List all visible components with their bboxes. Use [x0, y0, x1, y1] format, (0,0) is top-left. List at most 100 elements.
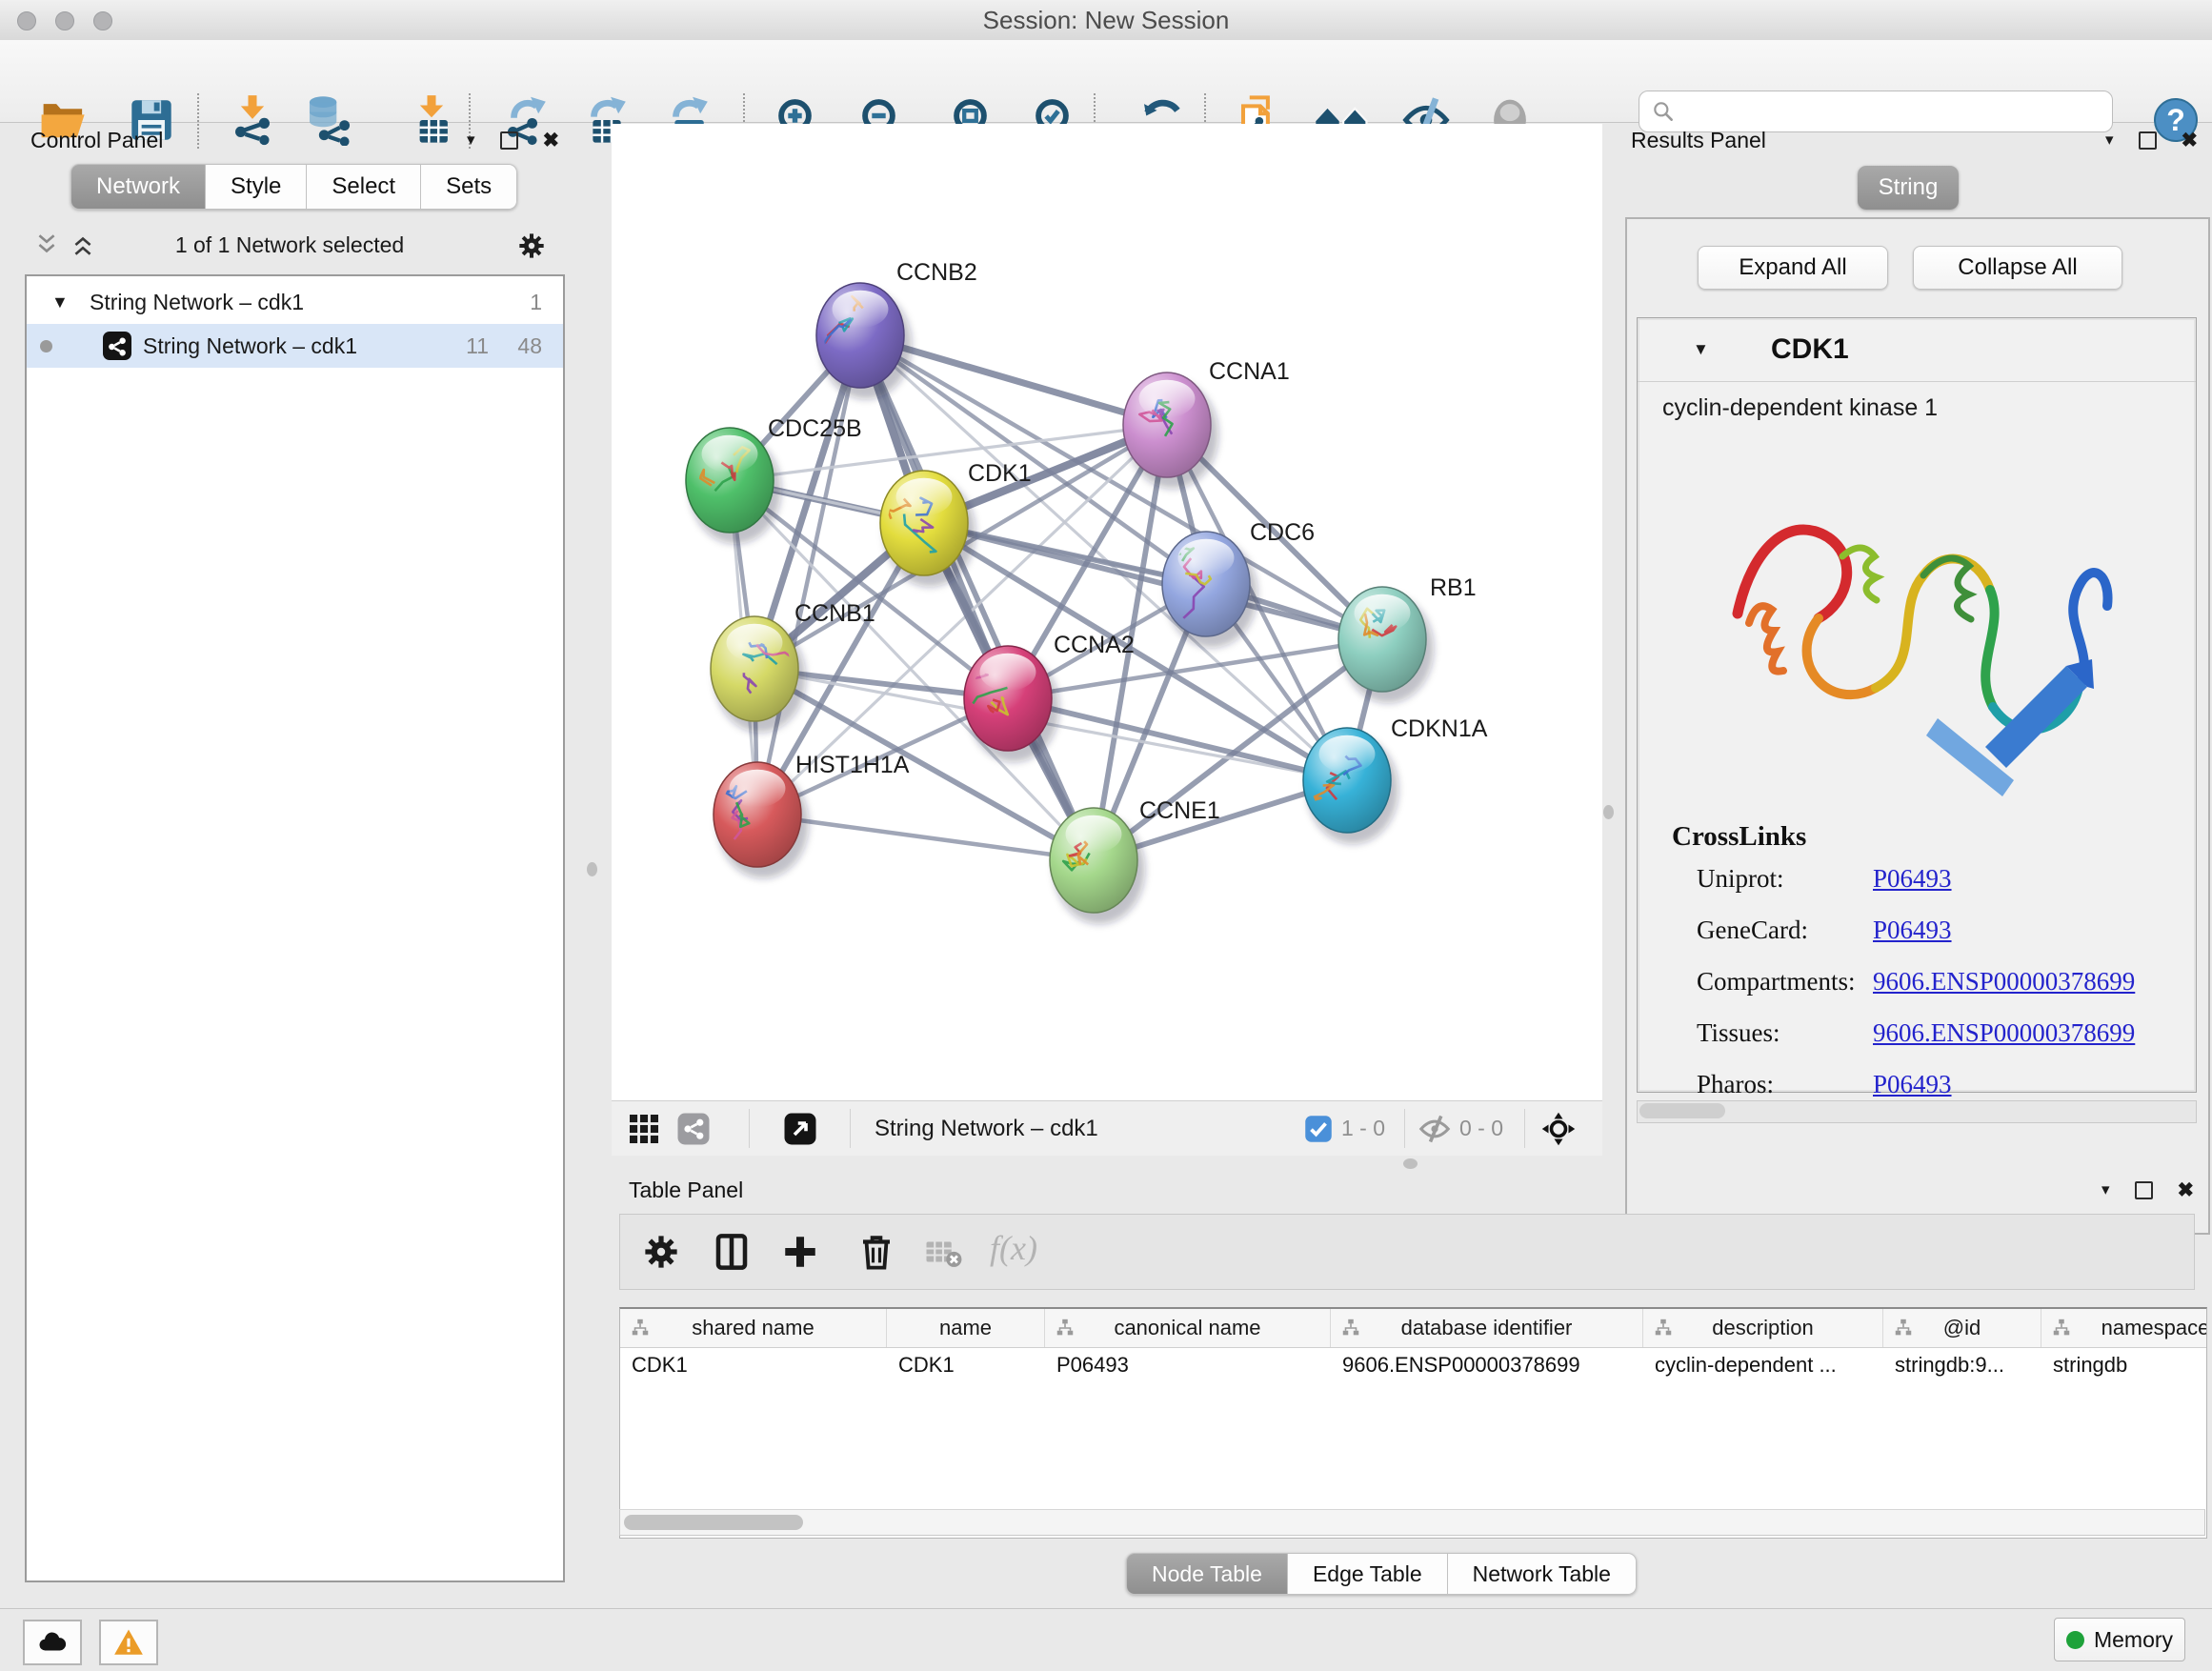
collection-expand-icon[interactable]: ▼ [51, 280, 69, 324]
toolbar-separator [1524, 1109, 1525, 1148]
crosslink-genecard-link[interactable]: P06493 [1873, 916, 1952, 944]
table-panel-title: Table Panel [629, 1178, 743, 1203]
open-in-new-window-icon[interactable] [783, 1112, 817, 1146]
column-type-icon [1055, 1318, 1076, 1339]
svg-text:CCNE1: CCNE1 [1139, 797, 1220, 824]
network-view-toolbar: String Network – cdk1 1 - 0 0 - 0 [612, 1100, 1602, 1156]
network-node-CCNA1: CCNA1 [1123, 358, 1290, 489]
column-type-icon [1340, 1318, 1361, 1339]
function-builder-icon: f(x) [990, 1228, 1037, 1268]
crosslink-row: Compartments: 9606.ENSP00000378699 [1638, 956, 2196, 1007]
column-header-namespace[interactable]: namespace [2041, 1309, 2207, 1347]
network-canvas[interactable]: CCNB2CCNA1CDC25BCDK1CDC6RB1CCNB1CCNA2CDK… [612, 124, 1602, 1100]
collapse-node-card-icon[interactable]: ▼ [1693, 318, 1709, 381]
table-mode-gear-icon[interactable] [641, 1232, 681, 1272]
string-panel-toggle-icon[interactable] [676, 1112, 711, 1146]
svg-text:CCNA2: CCNA2 [1054, 632, 1135, 658]
close-panel-icon[interactable]: ✖ [2182, 129, 2199, 152]
table-row[interactable]: CDK1 CDK1 P06493 9606.ENSP00000378699 cy… [620, 1348, 2206, 1382]
show-columns-icon[interactable] [712, 1232, 752, 1272]
node-card-header[interactable]: ▼ CDK1 [1638, 318, 2196, 382]
crosslink-row: GeneCard: P06493 [1638, 904, 2196, 956]
column-header-id[interactable]: @id [1883, 1309, 2041, 1347]
selected-nodes-edges-count: 1 - 0 [1341, 1101, 1385, 1156]
close-panel-icon[interactable]: ✖ [2178, 1178, 2195, 1202]
tab-edge-table[interactable]: Edge Table [1288, 1553, 1448, 1595]
network-collection-row[interactable]: ▼ String Network – cdk1 1 [27, 280, 563, 324]
selected-indicator-checkbox[interactable] [1304, 1115, 1333, 1143]
toolbar-separator [1404, 1109, 1405, 1148]
expand-all-button[interactable]: Expand All [1698, 246, 1888, 290]
float-panel-icon[interactable] [500, 131, 518, 150]
scrollbar-thumb[interactable] [624, 1515, 803, 1530]
results-panel-title: Results Panel [1631, 128, 1766, 153]
crosslink-pharos-link[interactable]: P06493 [1873, 1070, 1952, 1098]
protein-structure-image [1690, 433, 2147, 814]
tab-node-table[interactable]: Node Table [1126, 1553, 1288, 1595]
network-node-CDKN1A: CDKN1A [1303, 715, 1488, 844]
crosslink-uniprot-link[interactable]: P06493 [1873, 864, 1952, 893]
column-type-icon [1653, 1318, 1674, 1339]
svg-text:RB1: RB1 [1430, 574, 1477, 601]
cloud-icon [36, 1626, 69, 1659]
current-network-dot [40, 340, 52, 352]
column-type-icon [1893, 1318, 1914, 1339]
create-column-icon[interactable] [780, 1232, 820, 1272]
network-node-CCNB1: CCNB1 [711, 600, 875, 733]
memory-button[interactable]: Memory [2054, 1618, 2185, 1661]
float-panel-icon[interactable] [2139, 131, 2157, 150]
tab-string[interactable]: String [1858, 166, 1959, 210]
tab-sets[interactable]: Sets [421, 164, 517, 210]
tab-network-table[interactable]: Network Table [1448, 1553, 1637, 1595]
collection-count: 1 [530, 280, 542, 324]
results-panel: Results Panel ▾ ✖ String Expand All Coll… [1610, 124, 2212, 1172]
column-header-database-identifier[interactable]: database identifier [1331, 1309, 1643, 1347]
crosslink-label: GeneCard: [1697, 904, 1808, 956]
collapse-panel-icon[interactable]: ▾ [2101, 1180, 2110, 1199]
network-node-count: 11 [466, 324, 489, 368]
network-row-selected[interactable]: String Network – cdk1 11 48 [27, 324, 563, 368]
column-header-shared-name[interactable]: shared name [620, 1309, 887, 1347]
search-input[interactable] [1683, 98, 2112, 125]
hidden-nodes-edges-count: 0 - 0 [1459, 1101, 1503, 1156]
string-network-icon [103, 332, 131, 360]
svg-text:CCNA1: CCNA1 [1209, 358, 1290, 385]
left-splitter-handle[interactable] [587, 862, 597, 876]
cloud-status-button[interactable] [23, 1620, 82, 1665]
svg-text:CCNB2: CCNB2 [896, 259, 977, 286]
column-header-name[interactable]: name [887, 1309, 1045, 1347]
column-header-description[interactable]: description [1643, 1309, 1883, 1347]
bottom-splitter-handle[interactable] [1403, 1158, 1418, 1169]
birdseye-view-icon[interactable] [627, 1112, 661, 1146]
svg-text:CDC6: CDC6 [1250, 519, 1315, 546]
column-type-icon [630, 1318, 651, 1339]
crosslink-compartments-link[interactable]: 9606.ENSP00000378699 [1873, 967, 2135, 996]
network-edge-count: 48 [517, 324, 542, 368]
crosslink-tissues-link[interactable]: 9606.ENSP00000378699 [1873, 1018, 2135, 1047]
tab-style[interactable]: Style [206, 164, 307, 210]
crosslink-label: Uniprot: [1697, 853, 1784, 904]
delete-column-trash-icon[interactable] [856, 1232, 896, 1272]
network-options-gear-icon[interactable] [516, 231, 547, 261]
hidden-eye-slash-icon [1418, 1112, 1452, 1146]
warning-status-button[interactable] [99, 1620, 158, 1665]
float-panel-icon[interactable] [2135, 1181, 2153, 1199]
tab-select[interactable]: Select [307, 164, 421, 210]
pan-crosshair-icon[interactable] [1541, 1112, 1576, 1146]
collapse-all-button[interactable]: Collapse All [1913, 246, 2122, 290]
close-panel-icon[interactable]: ✖ [543, 129, 560, 152]
column-type-icon [2051, 1318, 2072, 1339]
table-horizontal-scrollbar[interactable] [619, 1509, 2205, 1536]
crosslink-row: Tissues: 9606.ENSP00000378699 [1638, 1007, 2196, 1058]
memory-status-dot [2066, 1631, 2084, 1649]
results-horizontal-scrollbar[interactable] [1637, 1100, 2197, 1123]
collapse-panel-icon[interactable]: ▾ [2105, 131, 2114, 150]
collapse-panel-icon[interactable]: ▾ [467, 131, 475, 150]
network-view-title: String Network – cdk1 [875, 1101, 1098, 1156]
titlebar: Session: New Session [0, 0, 2212, 41]
tab-network[interactable]: Network [70, 164, 206, 210]
svg-text:HIST1H1A: HIST1H1A [795, 752, 910, 778]
svg-text:CDK1: CDK1 [968, 460, 1032, 487]
crosslinks-title: CrossLinks [1672, 821, 2196, 853]
column-header-canonical-name[interactable]: canonical name [1045, 1309, 1331, 1347]
